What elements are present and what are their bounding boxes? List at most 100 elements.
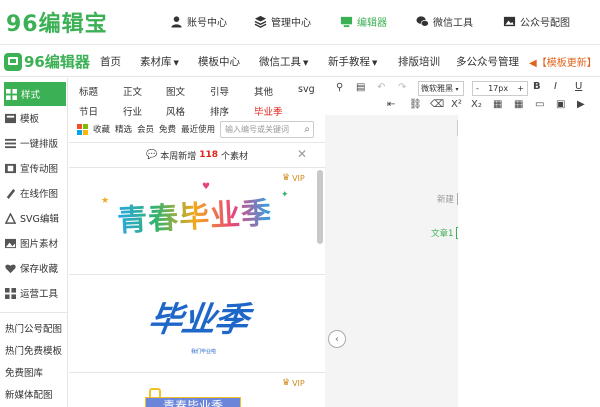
filter-row: 收藏 精选 会员 免费 最近使用 [77, 123, 215, 135]
sidebar-item-operation-tools[interactable]: 运营工具 [0, 281, 68, 305]
template-update-notice[interactable]: ◀【模板更新】 [529, 54, 597, 69]
bold-button[interactable]: B [533, 81, 541, 92]
category-sort[interactable]: 排序 [210, 104, 229, 118]
sidebar-item-online-drawing[interactable]: 在线作图 [0, 181, 68, 205]
category-festival[interactable]: 节日 [79, 104, 98, 118]
category-svg[interactable]: svg [298, 84, 315, 95]
letter-spacing-icon[interactable]: ⇤ [387, 99, 395, 110]
sidebar-item-one-click-layout[interactable]: 一键排版 [0, 131, 68, 155]
wechat-tools-link[interactable]: 微信工具 [416, 14, 473, 29]
undo-icon[interactable]: ↶ [377, 82, 385, 93]
nav-template-center[interactable]: 模板中心 [198, 54, 240, 69]
redo-icon[interactable]: ↷ [398, 82, 406, 93]
color-grid-icon [77, 123, 88, 135]
subscript-icon[interactable]: X₂ [471, 99, 482, 110]
brand-logo[interactable]: 96编辑宝 [6, 6, 108, 38]
sidebar-item-svg-edit[interactable]: SVG编辑 [0, 206, 68, 230]
filter-member[interactable]: 会员 [137, 123, 154, 135]
nav-wechat-tools[interactable]: 微信工具 ▼ [259, 54, 308, 69]
underline-button[interactable]: U [575, 81, 582, 92]
editor-link[interactable]: 编辑器 [340, 14, 387, 29]
editor-toolbar: ⚲ ▤ ↶ ↷ 微软雅黑 ▾ - 17px + B I U ⇤ ⛓ ⌫ X² X… [325, 78, 600, 115]
picture-icon [5, 238, 16, 248]
table-icon[interactable]: ▦ [514, 99, 523, 110]
filter-favorites[interactable]: 收藏 [93, 123, 110, 135]
heart-icon [5, 264, 16, 273]
material-search-input[interactable]: 输入编号或关键词 ⌕ [220, 121, 314, 138]
logo-mark-icon [4, 52, 22, 71]
superscript-icon[interactable]: X² [451, 99, 462, 110]
collapse-panel-button[interactable]: ‹ [328, 330, 346, 348]
filter-recent[interactable]: 最近使用 [181, 123, 215, 135]
format-painter-icon[interactable]: ⚲ [336, 82, 343, 93]
vip-badge: ♛ VIP [282, 378, 305, 388]
text-box-icon[interactable]: ▭ [535, 99, 544, 110]
account-center-link[interactable]: 账号中心 [170, 14, 227, 29]
nav-material-library[interactable]: 素材库 ▼ [140, 54, 179, 69]
chat-icon: 💬 [145, 150, 158, 160]
clear-format-icon[interactable]: ⌫ [430, 99, 444, 110]
search-placeholder: 输入编号或关键词 [225, 125, 289, 134]
sidebar-item-styles[interactable]: 样式 [4, 82, 66, 106]
article-tab-label: 文章1 [431, 229, 454, 239]
sidebar-item-templates[interactable]: 模板 [0, 106, 68, 130]
heart-icon: ♥ [202, 182, 211, 192]
italic-button[interactable]: I [554, 81, 557, 92]
category-style[interactable]: 风格 [166, 104, 185, 118]
font-family-select[interactable]: 微软雅黑 ▾ [418, 81, 464, 96]
chevron-down-icon: ▼ [303, 59, 309, 67]
sidebar-link-new-media-images[interactable]: 新媒体配图 [0, 382, 68, 406]
image-icon [503, 16, 516, 27]
category-body[interactable]: 正文 [123, 84, 142, 98]
category-image-text[interactable]: 图文 [166, 84, 185, 98]
category-guide[interactable]: 引导 [210, 84, 229, 98]
sidebar-link-free-templates[interactable]: 热门免费模板 [0, 338, 68, 362]
official-account-images-link[interactable]: 公众号配图 [503, 14, 570, 29]
category-graduation[interactable]: 毕业季 [254, 104, 283, 118]
font-size-value: 17px [488, 84, 509, 93]
sidebar-link-hot-images[interactable]: 热门公号配图 [0, 316, 68, 340]
editor-label: 编辑器 [357, 18, 387, 29]
nav-layout-training[interactable]: 排版培训 [398, 54, 440, 69]
star-icon: ★ [101, 196, 110, 206]
search-icon[interactable]: ⌕ [304, 124, 310, 135]
material-card[interactable]: 青春毕业季 [145, 388, 241, 407]
material-card[interactable]: 毕业季 我们毕业啦 [139, 286, 259, 366]
insert-video-icon[interactable]: ▶ [577, 99, 585, 110]
top-bar: 96编辑宝 账号中心 管理中心 编辑器 微信工具 公众号配图 [0, 0, 600, 45]
panel-scrollbar[interactable] [317, 170, 323, 244]
nav-logo[interactable]: 96编辑器 [4, 51, 90, 72]
sidebar-item-promo-gif[interactable]: 宣传动图 [0, 156, 68, 180]
sidebar-item-image-materials[interactable]: 图片素材 [0, 231, 68, 255]
category-title[interactable]: 标题 [79, 84, 98, 98]
sidebar-link-free-gallery[interactable]: 免费图库 [0, 360, 68, 384]
close-icon[interactable]: ✕ [297, 147, 307, 161]
source-code-icon[interactable]: ▦ [493, 99, 502, 110]
filter-free[interactable]: 免费 [159, 123, 176, 135]
decrease-icon[interactable]: - [476, 84, 479, 93]
brush-icon [6, 188, 16, 199]
panel-divider [69, 167, 325, 168]
sidebar-item-saved-favorites[interactable]: 保存收藏 [0, 256, 68, 280]
new-notice-suffix: 个素材 [221, 151, 249, 162]
nav-multi-account[interactable]: 多公众号管理 [456, 54, 519, 69]
apps-icon [5, 287, 16, 299]
increase-icon[interactable]: + [517, 84, 524, 93]
crown-icon: ♛ [282, 378, 291, 388]
nav-beginner-tutorial[interactable]: 新手教程 ▼ [328, 54, 377, 69]
link-icon[interactable]: ⛓ [409, 99, 422, 110]
sidebar: 样式 模板 一键排版 宣传动图 在线作图 SVG编辑 图片素材 保存收藏 运营工… [0, 78, 68, 407]
category-industry[interactable]: 行业 [123, 104, 142, 118]
nav-home[interactable]: 首页 [100, 54, 121, 69]
insert-image-icon[interactable]: ▣ [556, 99, 565, 110]
category-other[interactable]: 其他 [254, 84, 273, 98]
management-center-link[interactable]: 管理中心 [254, 14, 311, 29]
document-icon[interactable]: ▤ [356, 82, 365, 93]
material-card[interactable]: 青春毕业季 ★ ♥ ✦ [99, 180, 289, 250]
editor-canvas[interactable] [458, 115, 600, 407]
filter-selected[interactable]: 精选 [115, 123, 132, 135]
layers-icon [254, 15, 267, 28]
font-size-stepper[interactable]: - 17px + [472, 81, 528, 96]
official-account-images-label: 公众号配图 [520, 18, 570, 29]
new-materials-notice: 💬 本周新增 118 个素材 [69, 144, 325, 166]
